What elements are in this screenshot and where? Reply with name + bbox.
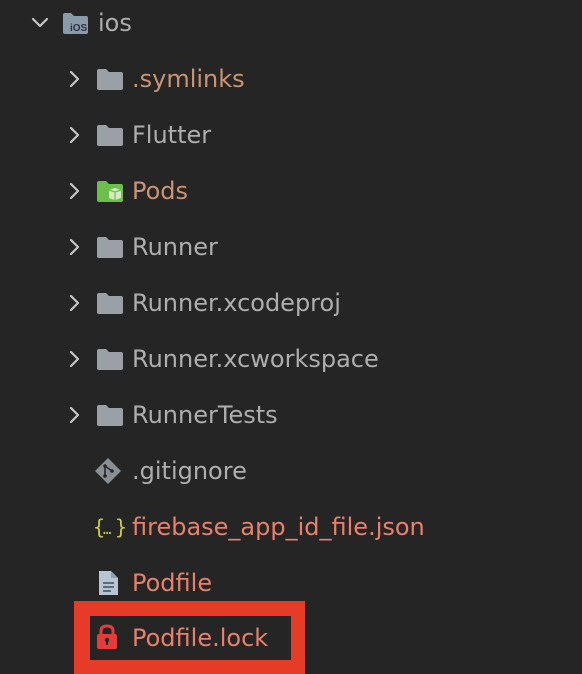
tree-item-runner[interactable]: Runner bbox=[0, 219, 582, 275]
svg-text:…: … bbox=[103, 522, 111, 538]
chevron-right-icon[interactable] bbox=[64, 125, 84, 145]
tree-item-flutter[interactable]: Flutter bbox=[0, 107, 582, 163]
git-icon bbox=[95, 458, 121, 484]
file-explorer-tree: iOS ios .symlinks Flutter Pods Runner Ru… bbox=[0, 0, 582, 674]
tree-item-label: Flutter bbox=[132, 121, 212, 149]
chevron-right-icon[interactable] bbox=[64, 237, 84, 257]
tree-item-label: Runner bbox=[132, 233, 218, 261]
tree-item-podfile-lock[interactable]: Podfile.lock bbox=[0, 611, 582, 667]
chevron-right-icon[interactable] bbox=[64, 181, 84, 201]
folder-icon bbox=[97, 69, 123, 90]
tree-item-runner-xcodeproj[interactable]: Runner.xcodeproj bbox=[0, 275, 582, 331]
pods-folder-icon bbox=[97, 181, 123, 202]
folder-icon bbox=[97, 125, 123, 146]
tree-item-label: Runner.xcodeproj bbox=[132, 289, 341, 317]
folder-icon bbox=[97, 293, 123, 314]
json-braces-icon: { … } bbox=[93, 515, 127, 539]
chevron-down-icon[interactable] bbox=[30, 13, 50, 33]
chevron-right-icon[interactable] bbox=[64, 69, 84, 89]
tree-item-label: .gitignore bbox=[132, 457, 247, 485]
folder-icon bbox=[97, 349, 123, 370]
tree-item-label: Podfile bbox=[132, 569, 213, 597]
svg-text:}: } bbox=[115, 515, 127, 539]
ios-folder-icon: iOS bbox=[63, 13, 88, 34]
chevron-right-icon[interactable] bbox=[64, 349, 84, 369]
tree-item-label: .symlinks bbox=[132, 65, 245, 93]
document-icon bbox=[99, 571, 118, 595]
tree-item-runner-xcworkspace[interactable]: Runner.xcworkspace bbox=[0, 331, 582, 387]
tree-item-label: ios bbox=[98, 9, 132, 37]
svg-text:iOS: iOS bbox=[70, 23, 88, 34]
tree-item-runnertests[interactable]: RunnerTests bbox=[0, 387, 582, 443]
tree-item-label: RunnerTests bbox=[132, 401, 278, 429]
tree-item-label: firebase_app_id_file.json bbox=[132, 513, 425, 541]
chevron-right-icon[interactable] bbox=[64, 293, 84, 313]
tree-item-ios[interactable]: iOS ios bbox=[0, 0, 582, 51]
lock-icon bbox=[97, 624, 117, 649]
tree-item-label: Runner.xcworkspace bbox=[132, 345, 379, 373]
folder-icon bbox=[97, 405, 123, 426]
folder-icon bbox=[97, 237, 123, 258]
tree-item-label: Podfile.lock bbox=[132, 624, 269, 652]
tree-item-label: Pods bbox=[132, 177, 189, 205]
chevron-right-icon[interactable] bbox=[64, 405, 84, 425]
tree-item-firebase-json[interactable]: { … } firebase_app_id_file.json bbox=[0, 499, 582, 555]
tree-item-symlinks[interactable]: .symlinks bbox=[0, 51, 582, 107]
tree-item-pods[interactable]: Pods bbox=[0, 163, 582, 219]
tree-item-gitignore[interactable]: .gitignore bbox=[0, 443, 582, 499]
